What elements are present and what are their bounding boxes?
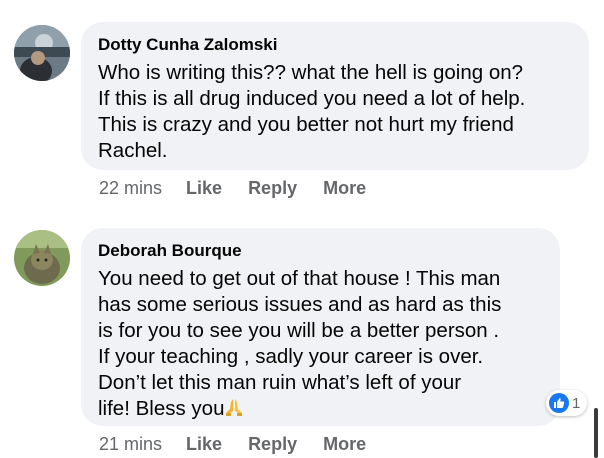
comment-bubble: Deborah Bourque You need to get out of t… xyxy=(81,228,560,426)
reaction-count: 1 xyxy=(572,394,581,412)
comment-timestamp[interactable]: 21 mins xyxy=(99,433,162,455)
comment-author[interactable]: Deborah Bourque xyxy=(98,240,542,262)
like-button[interactable]: Like xyxy=(186,433,222,455)
comment: Deborah Bourque You need to get out of t… xyxy=(0,0,604,458)
scrollbar[interactable] xyxy=(594,408,598,458)
thumbs-up-icon xyxy=(549,393,569,413)
folded-hands-icon xyxy=(224,397,244,424)
comment-text: You need to get out of that house ! This… xyxy=(98,266,542,424)
reaction-summary[interactable]: 1 xyxy=(546,390,588,416)
comment-text-body: You need to get out of that house ! This… xyxy=(98,267,502,420)
avatar-photo xyxy=(14,230,70,286)
comment-actions: 21 mins Like Reply More xyxy=(99,433,392,455)
more-button[interactable]: More xyxy=(323,433,366,455)
reply-button[interactable]: Reply xyxy=(248,433,297,455)
avatar[interactable] xyxy=(14,230,70,286)
